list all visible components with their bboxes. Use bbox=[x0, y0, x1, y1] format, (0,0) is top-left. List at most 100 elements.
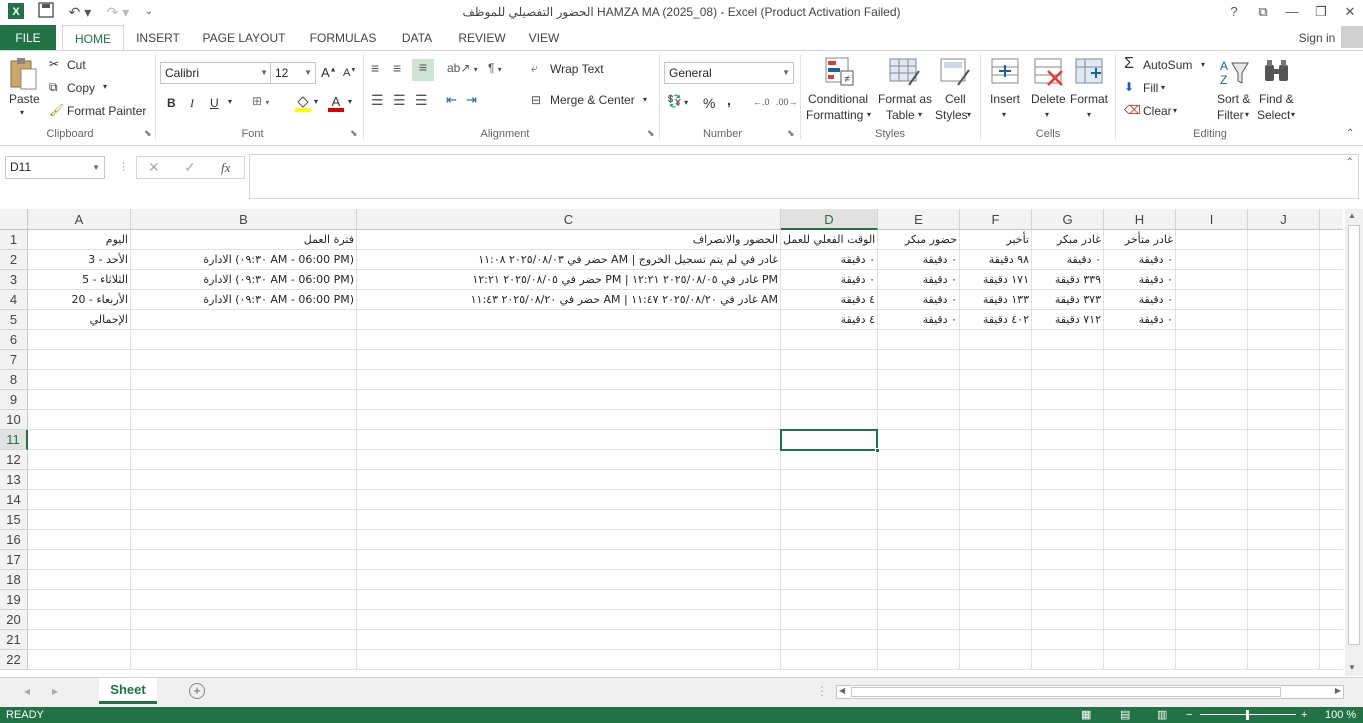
cell[interactable] bbox=[1320, 510, 1343, 530]
insert-function-button[interactable]: fx bbox=[221, 160, 230, 176]
cell[interactable] bbox=[781, 550, 878, 570]
alignment-launcher-icon[interactable]: ⬊ bbox=[647, 128, 655, 139]
cell[interactable] bbox=[131, 390, 357, 410]
cell[interactable] bbox=[1104, 350, 1176, 370]
cell[interactable] bbox=[1032, 510, 1104, 530]
scroll-right-icon[interactable]: ▶ bbox=[1335, 686, 1341, 695]
cell[interactable] bbox=[357, 550, 781, 570]
sort-dropdown-icon[interactable]: ▾ bbox=[1245, 110, 1249, 119]
conditional-dropdown-icon[interactable]: ▾ bbox=[867, 110, 871, 119]
format-dropdown-icon[interactable]: ▾ bbox=[1087, 110, 1091, 119]
cell[interactable] bbox=[1248, 290, 1320, 310]
cell[interactable] bbox=[28, 350, 131, 370]
merge-center-icon[interactable]: ⊟ bbox=[531, 93, 541, 107]
font-color-icon[interactable]: A bbox=[328, 94, 344, 115]
sort-filter-label-2[interactable]: Filter bbox=[1217, 108, 1244, 122]
cell[interactable] bbox=[28, 610, 131, 630]
cell[interactable] bbox=[28, 510, 131, 530]
cell[interactable] bbox=[28, 490, 131, 510]
cell[interactable] bbox=[1320, 390, 1343, 410]
font-size-select[interactable]: 12 ▼ bbox=[270, 62, 316, 84]
cell[interactable] bbox=[1320, 450, 1343, 470]
cell[interactable]: ٣٣٩ دقيقة bbox=[1032, 270, 1104, 290]
cell[interactable] bbox=[878, 390, 960, 410]
tab-home[interactable]: HOME bbox=[62, 25, 124, 52]
cell[interactable]: غادر مبكر bbox=[1032, 230, 1104, 250]
cell[interactable] bbox=[357, 590, 781, 610]
cell[interactable] bbox=[131, 610, 357, 630]
cell[interactable]: ٠ دقيقة bbox=[1104, 250, 1176, 270]
row-header[interactable]: 2 bbox=[0, 250, 28, 270]
cell-styles-dropdown-icon[interactable]: ▾ bbox=[967, 110, 971, 119]
conditional-formatting-icon[interactable]: ≠ bbox=[825, 57, 855, 90]
row-header[interactable]: 6 bbox=[0, 330, 28, 350]
clear-dropdown-icon[interactable]: ▾ bbox=[1173, 106, 1177, 115]
underline-button[interactable]: U bbox=[210, 96, 219, 110]
horizontal-scroll-thumb[interactable] bbox=[851, 687, 1281, 697]
cell[interactable] bbox=[357, 530, 781, 550]
cell[interactable] bbox=[1104, 650, 1176, 670]
align-center-icon[interactable]: ☰ bbox=[393, 92, 406, 109]
cell[interactable] bbox=[878, 630, 960, 650]
column-header[interactable]: H bbox=[1104, 209, 1176, 230]
cell[interactable] bbox=[28, 410, 131, 430]
cell[interactable] bbox=[28, 570, 131, 590]
cell[interactable] bbox=[1320, 470, 1343, 490]
cell-styles-icon[interactable] bbox=[940, 57, 970, 90]
increase-decimal-icon[interactable]: ←.0 bbox=[753, 97, 770, 107]
vertical-scrollbar[interactable]: ▲ ▼ bbox=[1345, 209, 1363, 676]
cell[interactable] bbox=[131, 410, 357, 430]
cell[interactable] bbox=[1176, 510, 1248, 530]
column-header[interactable]: A bbox=[28, 209, 131, 230]
cell[interactable] bbox=[357, 350, 781, 370]
copy-icon[interactable]: ⧉ bbox=[49, 80, 58, 95]
cell[interactable] bbox=[1248, 610, 1320, 630]
cell[interactable] bbox=[1176, 530, 1248, 550]
merge-dropdown-icon[interactable]: ▾ bbox=[643, 95, 647, 104]
cell[interactable] bbox=[357, 650, 781, 670]
row-header[interactable]: 22 bbox=[0, 650, 28, 670]
cell[interactable]: ٠ دقيقة bbox=[878, 270, 960, 290]
cell[interactable] bbox=[781, 450, 878, 470]
cell[interactable] bbox=[357, 330, 781, 350]
cell[interactable] bbox=[878, 590, 960, 610]
cancel-entry-icon[interactable]: ✕ bbox=[148, 159, 160, 176]
cell[interactable] bbox=[1104, 590, 1176, 610]
cell[interactable]: ١٣٣ دقيقة bbox=[960, 290, 1032, 310]
cell[interactable] bbox=[131, 530, 357, 550]
cell[interactable] bbox=[357, 410, 781, 430]
cell[interactable] bbox=[878, 510, 960, 530]
cell[interactable] bbox=[1176, 410, 1248, 430]
cell[interactable] bbox=[1104, 450, 1176, 470]
cell[interactable]: الثلاثاء - 5 bbox=[28, 270, 131, 290]
cell[interactable] bbox=[131, 570, 357, 590]
cell[interactable] bbox=[28, 550, 131, 570]
cell[interactable]: الأحد - 3 bbox=[28, 250, 131, 270]
cell[interactable] bbox=[28, 370, 131, 390]
find-select-label-1[interactable]: Find & bbox=[1259, 92, 1294, 106]
autosum-dropdown-icon[interactable]: ▾ bbox=[1201, 60, 1205, 69]
format-table-dropdown-icon[interactable]: ▾ bbox=[918, 110, 922, 119]
align-middle-icon[interactable]: ≡ bbox=[393, 60, 401, 76]
fill-color-dropdown-icon[interactable]: ▾ bbox=[314, 97, 318, 106]
cell[interactable]: ٤ دقيقة bbox=[781, 290, 878, 310]
paste-icon[interactable] bbox=[8, 57, 40, 91]
cell[interactable] bbox=[131, 650, 357, 670]
cell[interactable] bbox=[960, 530, 1032, 550]
sort-filter-label-1[interactable]: Sort & bbox=[1217, 92, 1250, 106]
copy-button[interactable]: Copy bbox=[67, 81, 95, 95]
cell[interactable]: ٠ دقيقة bbox=[1104, 290, 1176, 310]
avatar[interactable] bbox=[1341, 26, 1363, 48]
borders-icon[interactable]: ⊞ ▾ bbox=[252, 94, 269, 108]
active-cell-selection[interactable] bbox=[780, 429, 880, 453]
cell[interactable] bbox=[131, 590, 357, 610]
cell[interactable]: حضر في ٢٠٢٥/٠٨/٢٠ ١١:٤٣ AM | غادر في ٢٠٢… bbox=[357, 290, 781, 310]
cell[interactable] bbox=[1176, 610, 1248, 630]
cell[interactable] bbox=[1032, 330, 1104, 350]
cell[interactable] bbox=[1176, 270, 1248, 290]
delete-dropdown-icon[interactable]: ▾ bbox=[1045, 110, 1049, 119]
cell[interactable] bbox=[131, 350, 357, 370]
cell[interactable]: ٠ دقيقة bbox=[878, 250, 960, 270]
fill-color-icon[interactable] bbox=[295, 94, 311, 115]
column-header[interactable]: C bbox=[357, 209, 781, 230]
